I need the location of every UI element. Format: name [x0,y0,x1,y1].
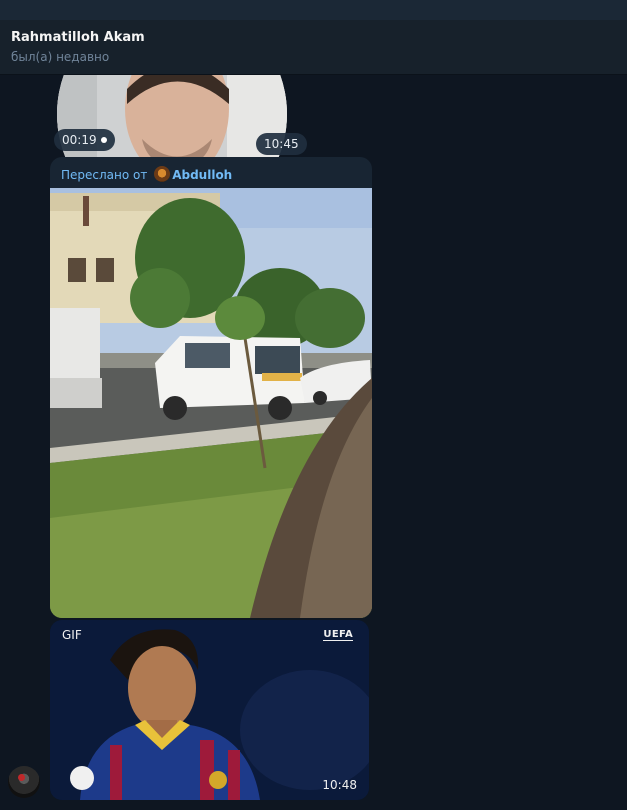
window-top-strip [0,0,627,20]
chat-title[interactable]: Rahmatilloh Akam [11,30,145,45]
forwarded-header[interactable]: Переслано от Abdulloh [61,166,232,182]
chat-header[interactable]: Rahmatilloh Akam был(а) недавно [0,20,627,75]
gif-message[interactable]: GIF UEFA 10:48 [50,620,369,800]
forwarded-prefix: Переслано от [61,168,148,182]
street-photo[interactable] [50,188,372,618]
gif-preview [50,620,369,800]
video-duration-badge: 00:19 [54,129,115,151]
message-time-badge: 10:45 [256,133,307,155]
forwarded-user-avatar [154,166,171,182]
sender-avatar[interactable] [8,766,40,798]
unread-dot-icon [100,137,107,143]
avatar-rose-icon [18,774,25,781]
chat-status: был(а) недавно [11,50,110,64]
message-time: 10:45 [264,137,299,151]
message-list[interactable]: 00:19 10:45 Переслано от Abdulloh GIF UE… [0,75,627,810]
gif-label: GIF [62,628,82,642]
gif-message-time: 10:48 [322,778,357,792]
uefa-watermark: UEFA [323,629,353,641]
video-duration: 00:19 [62,133,97,147]
forwarded-from-name[interactable]: Abdulloh [172,168,232,182]
forwarded-photo-message[interactable]: Переслано от Abdulloh [50,157,372,618]
